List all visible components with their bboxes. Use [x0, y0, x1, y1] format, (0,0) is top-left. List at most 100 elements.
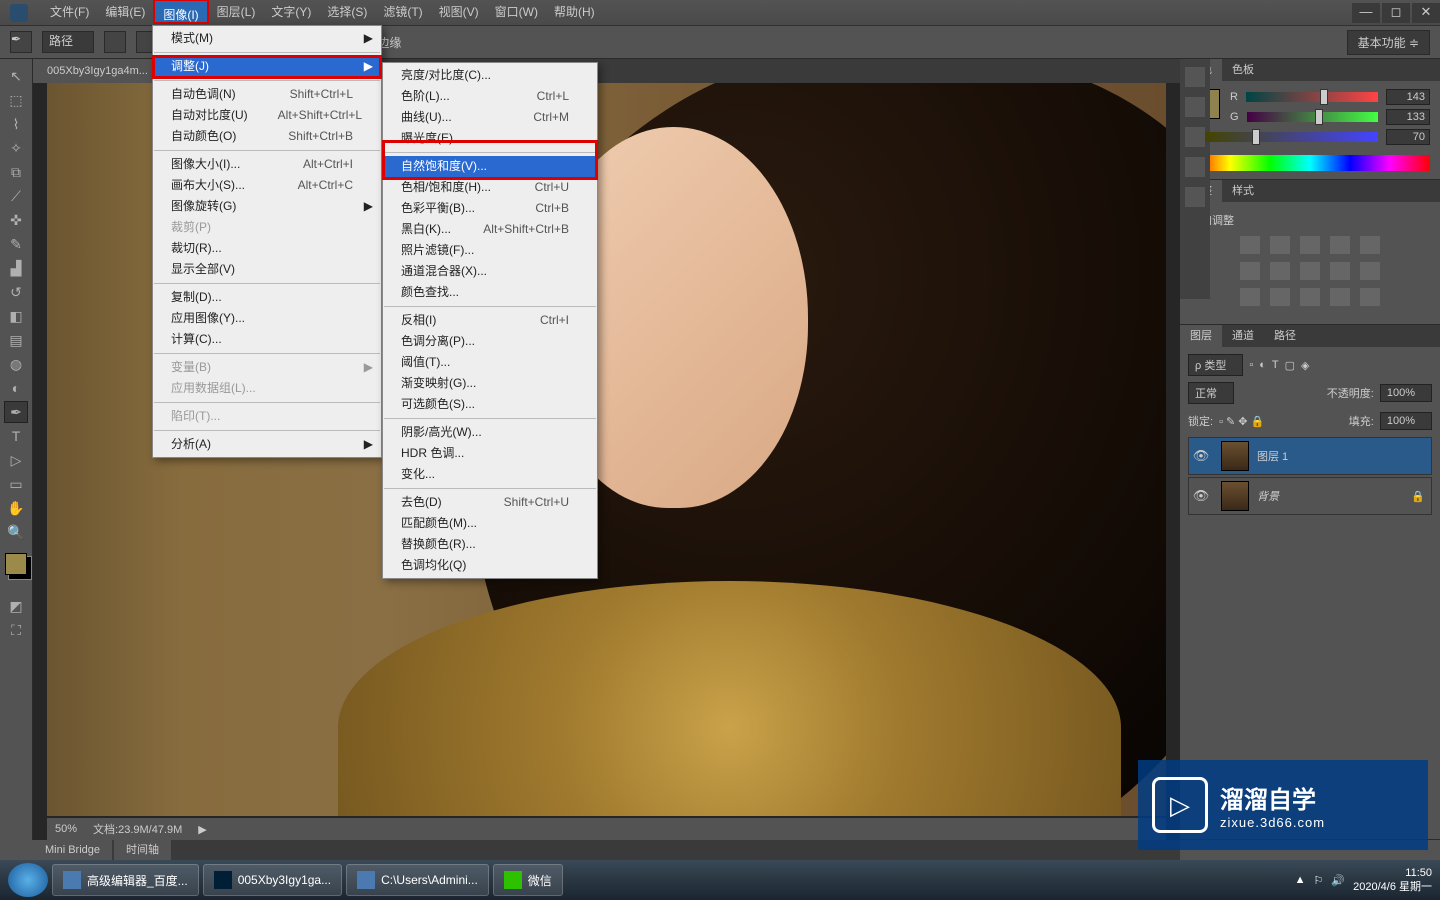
- paths-tab[interactable]: 路径: [1264, 325, 1306, 347]
- menu-view[interactable]: 视图(V): [431, 0, 487, 25]
- menu-filter[interactable]: 滤镜(T): [375, 0, 430, 25]
- start-button[interactable]: [8, 863, 48, 897]
- menu-item[interactable]: 调整(J)▶: [153, 56, 381, 77]
- close-button[interactable]: ✕: [1412, 3, 1440, 23]
- wand-tool[interactable]: ✧: [4, 137, 28, 159]
- b-input[interactable]: [1386, 129, 1430, 145]
- adj-mixer-icon[interactable]: [1360, 262, 1380, 280]
- menu-item[interactable]: 自动对比度(U)Alt+Shift+Ctrl+L: [153, 105, 381, 126]
- marquee-tool[interactable]: ⬚: [4, 89, 28, 111]
- taskbar-clock[interactable]: 11:502020/4/6 星期一: [1353, 866, 1432, 894]
- move-tool[interactable]: ↖: [4, 65, 28, 87]
- path-select-tool[interactable]: ▷: [4, 449, 28, 471]
- menu-item[interactable]: 反相(I)Ctrl+I: [383, 310, 597, 331]
- taskbar-item[interactable]: 高级编辑器_百度...: [52, 864, 199, 896]
- menu-file[interactable]: 文件(F): [42, 0, 97, 25]
- menu-item[interactable]: 显示全部(V): [153, 259, 381, 280]
- menu-item[interactable]: 匹配颜色(M)...: [383, 513, 597, 534]
- menu-item[interactable]: 色调分离(P)...: [383, 331, 597, 352]
- menu-item[interactable]: 画布大小(S)...Alt+Ctrl+C: [153, 175, 381, 196]
- tray-icon[interactable]: 🔊: [1331, 874, 1345, 887]
- g-slider[interactable]: [1247, 112, 1378, 122]
- channels-tab[interactable]: 通道: [1222, 325, 1264, 347]
- r-slider[interactable]: [1246, 92, 1378, 102]
- taskbar-item[interactable]: 005Xby3Igy1ga...: [203, 864, 342, 896]
- menu-item[interactable]: 图像大小(I)...Alt+Ctrl+I: [153, 154, 381, 175]
- menu-item[interactable]: 自动色调(N)Shift+Ctrl+L: [153, 84, 381, 105]
- taskbar-item[interactable]: C:\Users\Admini...: [346, 864, 489, 896]
- fill-value[interactable]: 100%: [1380, 412, 1432, 430]
- menu-item[interactable]: HDR 色调...: [383, 443, 597, 464]
- g-input[interactable]: [1386, 109, 1430, 125]
- adj-bw-icon[interactable]: [1300, 262, 1320, 280]
- menu-layer[interactable]: 图层(L): [209, 0, 264, 25]
- brush-tool[interactable]: ✎: [4, 233, 28, 255]
- actions-icon[interactable]: [1185, 97, 1205, 117]
- menu-item[interactable]: 自动颜色(O)Shift+Ctrl+B: [153, 126, 381, 147]
- layer-thumbnail[interactable]: [1221, 481, 1249, 511]
- menu-item[interactable]: 替换颜色(R)...: [383, 534, 597, 555]
- taskbar-item[interactable]: 微信: [493, 864, 563, 896]
- menu-item[interactable]: 黑白(K)...Alt+Shift+Ctrl+B: [383, 219, 597, 240]
- menu-window[interactable]: 窗口(W): [487, 0, 546, 25]
- zoom-tool[interactable]: 🔍: [4, 521, 28, 543]
- menu-item[interactable]: 色阶(L)...Ctrl+L: [383, 86, 597, 107]
- menu-item[interactable]: 色彩平衡(B)...Ctrl+B: [383, 198, 597, 219]
- menu-select[interactable]: 选择(S): [319, 0, 375, 25]
- layer-name[interactable]: 图层 1: [1257, 448, 1431, 464]
- eyedropper-tool[interactable]: ⟋: [4, 185, 28, 207]
- adj-photo-icon[interactable]: [1330, 262, 1350, 280]
- menu-help[interactable]: 帮助(H): [546, 0, 603, 25]
- menu-item[interactable]: 色相/饱和度(H)...Ctrl+U: [383, 177, 597, 198]
- zoom-level[interactable]: 50%: [55, 823, 77, 835]
- menu-item[interactable]: 阈值(T)...: [383, 352, 597, 373]
- menu-item[interactable]: 可选颜色(S)...: [383, 394, 597, 415]
- blend-mode-dropdown[interactable]: 正常: [1188, 382, 1234, 404]
- b-slider[interactable]: [1205, 132, 1378, 142]
- layers-tab[interactable]: 图层: [1180, 325, 1222, 347]
- visibility-toggle[interactable]: 👁: [1189, 448, 1213, 464]
- crop-tool[interactable]: ⧉: [4, 161, 28, 183]
- menu-item[interactable]: 阴影/高光(W)...: [383, 422, 597, 443]
- menu-item[interactable]: 曝光度(E)...: [383, 128, 597, 149]
- minibridge-tab[interactable]: Mini Bridge: [33, 840, 112, 860]
- pen-tool-icon[interactable]: ✒: [10, 31, 32, 53]
- screenmode-toggle[interactable]: ⛶: [4, 619, 28, 641]
- layer-row[interactable]: 👁 背景 🔒: [1188, 477, 1432, 515]
- layer-filter-dropdown[interactable]: ρ 类型: [1188, 354, 1243, 376]
- menu-item[interactable]: 自然饱和度(V)...: [383, 156, 597, 177]
- menu-item[interactable]: 分析(A)▶: [153, 434, 381, 455]
- character-icon[interactable]: [1185, 187, 1205, 207]
- menu-edit[interactable]: 编辑(E): [97, 0, 153, 25]
- workspace-switcher[interactable]: 基本功能 ≑: [1347, 30, 1430, 55]
- foreground-swatch[interactable]: [5, 553, 27, 575]
- tray-icon[interactable]: ▲: [1295, 874, 1306, 886]
- healing-tool[interactable]: ✜: [4, 209, 28, 231]
- adj-vibrance-icon[interactable]: [1360, 236, 1380, 254]
- menu-item[interactable]: 颜色查找...: [383, 282, 597, 303]
- dodge-tool[interactable]: ◐: [4, 377, 28, 399]
- adj-selective-icon[interactable]: [1360, 288, 1380, 306]
- menu-image[interactable]: 图像(I): [153, 0, 208, 24]
- menu-item[interactable]: 复制(D)...: [153, 287, 381, 308]
- path-mode-dropdown[interactable]: 路径: [42, 31, 94, 53]
- adj-exposure-icon[interactable]: [1330, 236, 1350, 254]
- menu-item[interactable]: 渐变映射(G)...: [383, 373, 597, 394]
- type-tool[interactable]: T: [4, 425, 28, 447]
- pen-tool[interactable]: ✒: [4, 401, 28, 423]
- menu-item[interactable]: 曲线(U)...Ctrl+M: [383, 107, 597, 128]
- path-op-icon[interactable]: [104, 31, 126, 53]
- maximize-button[interactable]: ◻: [1382, 3, 1410, 23]
- menu-item[interactable]: 色调均化(Q): [383, 555, 597, 576]
- menu-item[interactable]: 模式(M)▶: [153, 28, 381, 49]
- menu-type[interactable]: 文字(Y): [263, 0, 319, 25]
- brush-panel-icon[interactable]: [1185, 157, 1205, 177]
- adj-invert-icon[interactable]: [1240, 288, 1260, 306]
- menu-item[interactable]: 应用图像(Y)...: [153, 308, 381, 329]
- color-spectrum[interactable]: [1190, 155, 1430, 171]
- menu-item[interactable]: 去色(D)Shift+Ctrl+U: [383, 492, 597, 513]
- tray-icon[interactable]: ⚐: [1314, 874, 1324, 887]
- styles-tab[interactable]: 样式: [1222, 180, 1264, 202]
- visibility-toggle[interactable]: 👁: [1189, 488, 1213, 504]
- stamp-tool[interactable]: ▟: [4, 257, 28, 279]
